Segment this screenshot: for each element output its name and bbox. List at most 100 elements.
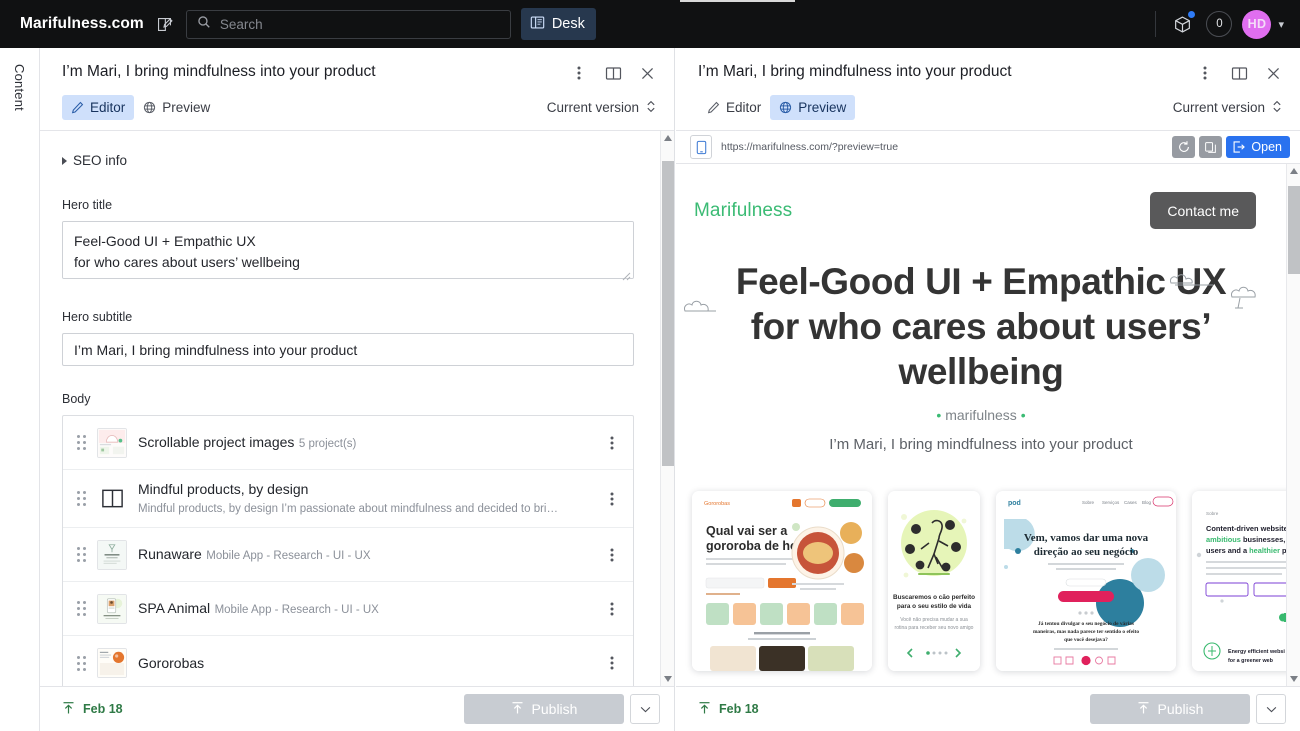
list-item-title: Runaware xyxy=(138,546,202,562)
preview-version-selector[interactable]: Current version xyxy=(1173,99,1286,117)
site-logo[interactable]: Marifulness xyxy=(694,200,792,222)
list-item-menu-icon[interactable] xyxy=(599,430,625,456)
editor-publish-date[interactable]: Feb 18 xyxy=(62,701,123,718)
svg-text:Energy efficient websi: Energy efficient websi xyxy=(1228,649,1285,655)
preview-more-options-icon[interactable] xyxy=(1192,60,1218,86)
preview-scrollbar[interactable] xyxy=(1286,164,1300,686)
list-item[interactable]: Mindful products, by design Mindful prod… xyxy=(63,470,633,528)
drag-handle-icon[interactable] xyxy=(77,601,86,616)
svg-text:users and a healthier planet: users and a healthier planet xyxy=(1206,546,1286,555)
tab-editor[interactable]: Editor xyxy=(62,95,135,120)
drag-handle-icon[interactable] xyxy=(77,435,86,450)
hero-title-input[interactable]: Feel-Good UI + Empathic UX for who cares… xyxy=(62,221,634,279)
publish-button[interactable]: Publish xyxy=(1090,694,1250,724)
list-item[interactable]: Gororobas xyxy=(63,636,633,686)
editor-close-icon[interactable] xyxy=(634,60,660,86)
editor-more-options-icon[interactable] xyxy=(566,60,592,86)
search-box[interactable] xyxy=(185,9,511,39)
preview-scrollbar-thumb[interactable] xyxy=(1288,186,1300,274)
contact-me-button[interactable]: Contact me xyxy=(1150,192,1256,229)
editor-date-label: Feb 18 xyxy=(83,702,123,716)
preview-version-label: Current version xyxy=(1172,100,1265,115)
chevron-down-icon[interactable]: ▾ xyxy=(1278,18,1284,31)
rail-label-content[interactable]: Content xyxy=(12,64,27,111)
editor-version-selector[interactable]: Current version xyxy=(547,99,660,117)
preview-publish-date[interactable]: Feb 18 xyxy=(698,701,759,718)
tab-preview[interactable]: Preview xyxy=(134,95,219,120)
list-item-title: Gororobas xyxy=(138,654,205,671)
copy-icon[interactable] xyxy=(1199,136,1223,158)
cloud-icon xyxy=(1170,274,1213,286)
compose-icon[interactable] xyxy=(150,9,180,39)
avatar[interactable]: HD xyxy=(1242,9,1272,39)
notification-count[interactable]: 0 xyxy=(1206,11,1233,37)
editor-scrollbar[interactable] xyxy=(660,131,674,686)
publish-options-button[interactable] xyxy=(1256,694,1286,724)
list-item[interactable]: Runaware Mobile App - Research - UI - UX xyxy=(63,528,633,582)
preview-viewport: Marifulness Contact me Feel-Good UI + Em… xyxy=(676,164,1300,686)
preview-url[interactable]: https://marifulness.com/?preview=true xyxy=(721,141,898,153)
package-icon[interactable] xyxy=(1168,10,1196,38)
reload-icon[interactable] xyxy=(1172,136,1196,158)
gororobas-site-card[interactable]: Gororobas Qual vai ser a gororoba de hoj… xyxy=(692,491,872,671)
thumb-gororobas xyxy=(97,648,127,678)
editor-tabs: Editor Preview Current version xyxy=(62,95,660,130)
drag-handle-icon[interactable] xyxy=(77,655,86,671)
open-button[interactable]: Open xyxy=(1226,136,1290,158)
preview-url-bar: https://marifulness.com/?preview=true Op… xyxy=(676,131,1300,164)
drag-handle-icon[interactable] xyxy=(77,547,86,562)
cloud-icon xyxy=(1231,286,1256,309)
search-input[interactable] xyxy=(219,16,500,32)
tab-editor-label: Editor xyxy=(90,100,126,115)
svg-text:for a greener web: for a greener web xyxy=(1228,658,1274,664)
publish-options-button[interactable] xyxy=(630,694,660,724)
tab-editor[interactable]: Editor xyxy=(698,95,770,120)
open-external-icon xyxy=(1233,141,1246,153)
list-item-menu-icon[interactable] xyxy=(599,650,625,676)
svg-text:Cases: Cases xyxy=(1124,500,1138,505)
globe-icon xyxy=(779,101,792,114)
body-label: Body xyxy=(62,392,91,406)
content-driven-card[interactable]: Sobre Content-driven websites for ambiti… xyxy=(1192,491,1286,671)
list-item-menu-icon[interactable] xyxy=(599,542,625,568)
thumb-spa-animal xyxy=(97,593,127,624)
brand-title: Marifulness.com xyxy=(20,15,144,32)
preview-close-icon[interactable] xyxy=(1260,60,1286,86)
list-item[interactable]: SPA Animal Mobile App - Research - UI - … xyxy=(63,582,633,636)
svg-text:ambitious businesses, happy: ambitious businesses, happy xyxy=(1206,535,1286,544)
scroll-down-arrow-icon[interactable] xyxy=(1287,672,1300,686)
list-item-menu-icon[interactable] xyxy=(599,486,625,512)
mobile-icon[interactable] xyxy=(690,135,712,159)
publish-arrow-icon xyxy=(698,701,711,718)
hero-subtitle-input[interactable] xyxy=(62,333,634,366)
preview-pane-header: I’m Mari, I bring mindfulness into your … xyxy=(676,48,1300,130)
scroll-up-arrow-icon[interactable] xyxy=(661,131,674,145)
publish-button[interactable]: Publish xyxy=(464,694,624,724)
pod-site-thumbnail: pod Sobre Serviços Cases Blog Vem, vamos… xyxy=(996,491,1176,671)
desk-button[interactable]: Desk xyxy=(520,8,596,40)
tab-preview-label: Preview xyxy=(162,100,211,115)
tab-editor-label: Editor xyxy=(726,100,762,115)
tab-preview[interactable]: Preview xyxy=(770,95,856,120)
editor-scrollbar-thumb[interactable] xyxy=(662,161,674,466)
site-tagline-bullet-right: • xyxy=(1020,407,1026,423)
spa-animal-card[interactable]: Buscaremos o cão perfeito para o seu est… xyxy=(888,491,980,671)
drag-handle-icon[interactable] xyxy=(77,491,86,506)
editor-split-pane-icon[interactable] xyxy=(600,60,626,86)
up-down-chevron-icon xyxy=(646,99,656,117)
pod-site-card[interactable]: pod Sobre Serviços Cases Blog Vem, vamos… xyxy=(996,491,1176,671)
list-item-title: SPA Animal xyxy=(138,600,211,616)
field-hero-subtitle: Hero subtitle xyxy=(62,310,634,366)
svg-text:Buscaremos o cão perfeito: Buscaremos o cão perfeito xyxy=(893,594,975,601)
seo-info-toggle[interactable]: SEO info xyxy=(62,153,634,168)
scroll-down-arrow-icon[interactable] xyxy=(661,672,674,686)
svg-text:que você desejava?: que você desejava? xyxy=(1064,637,1108,643)
list-item[interactable]: Scrollable project images 5 project(s) xyxy=(63,416,633,470)
svg-text:maneiras, mas nada parece ter: maneiras, mas nada parece ter sentido o … xyxy=(1033,629,1139,635)
tab-preview-label: Preview xyxy=(798,100,847,115)
preview-tabs: Editor Preview Current version xyxy=(698,95,1286,130)
scroll-up-arrow-icon[interactable] xyxy=(1287,164,1300,178)
preview-pane-title: I’m Mari, I bring mindfulness into your … xyxy=(698,63,1012,80)
list-item-menu-icon[interactable] xyxy=(599,596,625,622)
preview-split-pane-icon[interactable] xyxy=(1226,60,1252,86)
